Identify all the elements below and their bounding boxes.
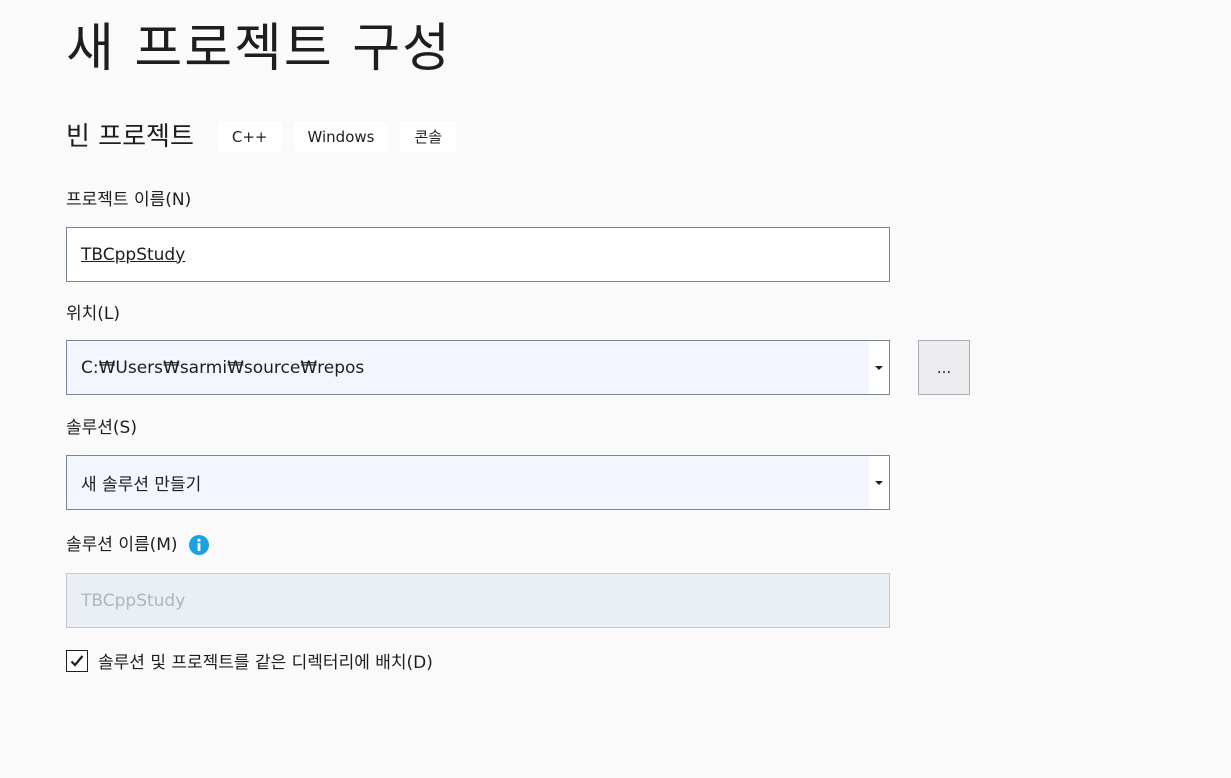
solution-name-label: 솔루션 이름(M) — [66, 535, 178, 555]
location-label: 위치(L) — [66, 304, 121, 324]
tag-windows: Windows — [293, 122, 389, 152]
chevron-down-icon — [875, 480, 883, 485]
project-name-input[interactable]: TBCppStudy — [66, 227, 890, 282]
template-info: 빈 프로젝트 C++ Windows 콘솔 — [66, 117, 468, 157]
same-directory-option[interactable]: 솔루션 및 프로젝트를 같은 디렉터리에 배치(D) — [66, 648, 433, 673]
solution-value: 새 솔루션 만들기 — [81, 475, 202, 495]
location-combobox[interactable]: C:₩Users₩sarmi₩source₩repos — [66, 340, 890, 395]
solution-combobox[interactable]: 새 솔루션 만들기 — [66, 455, 890, 510]
browse-location-button[interactable]: ... — [918, 340, 970, 395]
same-directory-checkbox[interactable] — [66, 649, 88, 672]
chevron-down-icon — [875, 365, 883, 370]
solution-name-input: TBCppStudy — [66, 573, 890, 628]
same-directory-label: 솔루션 및 프로젝트를 같은 디렉터리에 배치(D) — [98, 653, 433, 673]
location-dropdown-button[interactable] — [869, 341, 889, 394]
solution-name-value: TBCppStudy — [81, 590, 186, 611]
location-value: C:₩Users₩sarmi₩source₩repos — [81, 357, 365, 378]
project-name-value: TBCppStudy — [81, 244, 186, 265]
solution-dropdown-button[interactable] — [869, 456, 889, 509]
project-name-label: 프로젝트 이름(N) — [66, 190, 192, 210]
page-title: 새 프로젝트 구성 — [66, 19, 452, 79]
solution-label: 솔루션(S) — [66, 418, 137, 438]
info-icon[interactable] — [188, 534, 210, 556]
tag-console: 콘솔 — [400, 122, 457, 152]
template-name: 빈 프로젝트 — [66, 122, 194, 152]
checkmark-icon — [70, 654, 84, 667]
solution-name-label-row: 솔루션 이름(M) — [66, 533, 210, 557]
tag-cpp: C++ — [217, 122, 282, 152]
